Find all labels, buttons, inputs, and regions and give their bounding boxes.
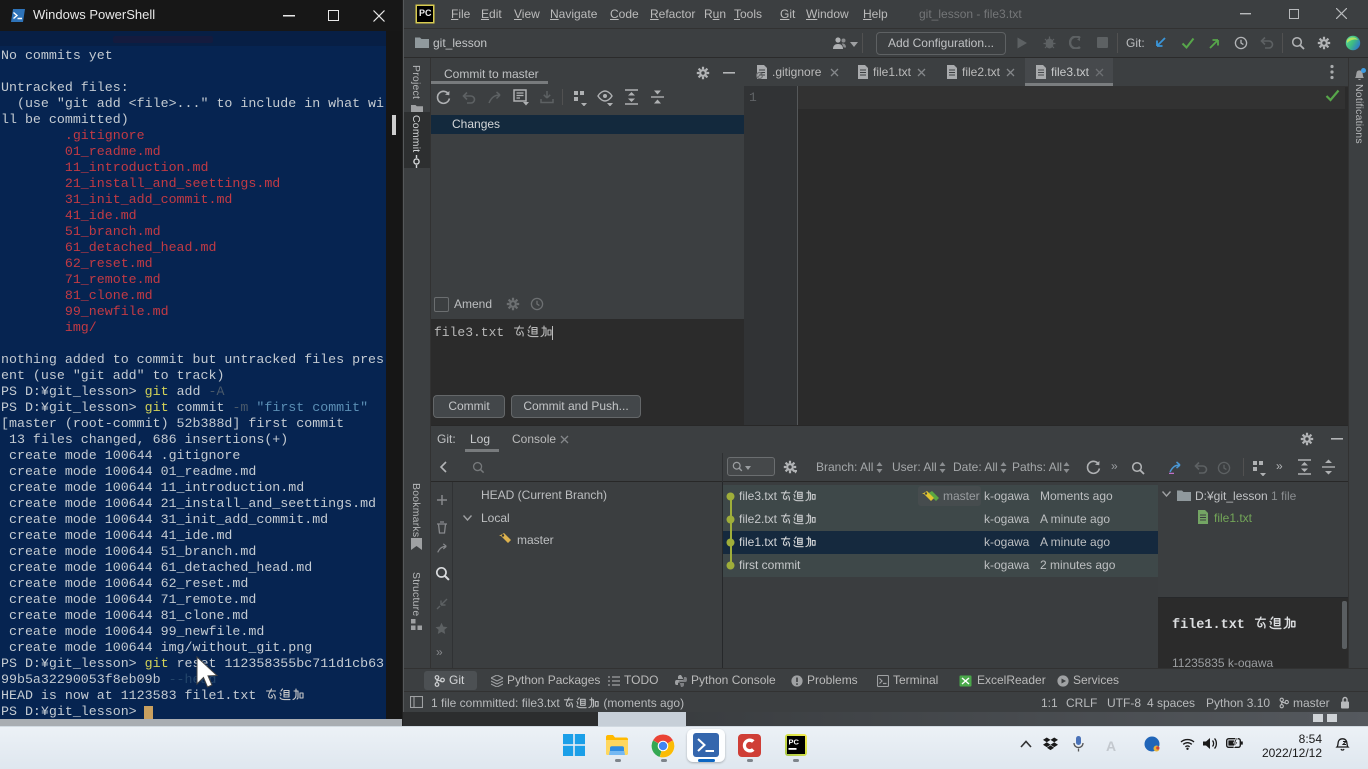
svg-text:PC: PC	[789, 738, 800, 747]
